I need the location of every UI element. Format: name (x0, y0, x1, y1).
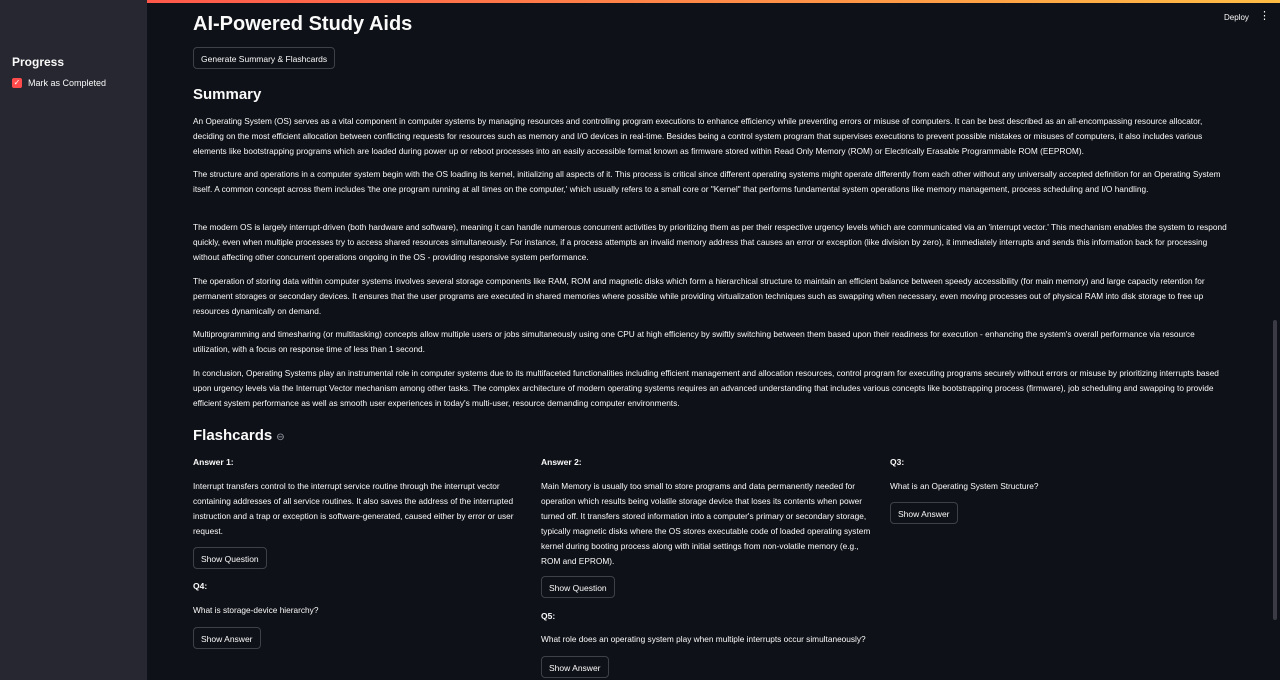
summary-paragraph: An Operating System (OS) serves as a vit… (193, 116, 1203, 156)
show-answer-button[interactable]: Show Answer (890, 502, 958, 524)
mark-completed-checkbox[interactable]: ✓ Mark as Completed (12, 78, 106, 88)
deploy-button[interactable]: Deploy (1224, 13, 1249, 22)
show-question-button[interactable]: Show Question (541, 576, 615, 598)
flashcard-label: Q5: (541, 611, 556, 621)
show-question-button[interactable]: Show Question (193, 547, 267, 569)
flashcard-label: Q4: (193, 581, 208, 591)
flashcard-label: Answer 1: (193, 457, 234, 467)
flashcard-text: What is storage-device hierarchy? (193, 605, 319, 615)
summary-paragraph: The operation of storing data within com… (193, 276, 1205, 316)
vertical-dots-icon[interactable]: ⋮ (1259, 11, 1270, 22)
summary-paragraph: In conclusion, Operating Systems play an… (193, 368, 1219, 408)
flashcard-text: Interrupt transfers control to the inter… (193, 481, 514, 536)
generate-button[interactable]: Generate Summary & Flashcards (193, 47, 336, 69)
flashcards-heading-text: Flashcards (193, 427, 273, 444)
flashcard-text: Main Memory is usually too small to stor… (541, 481, 871, 566)
sidebar: Progress ✓ Mark as Completed (0, 0, 147, 680)
flashcards-heading: Flashcards ⊖ (193, 427, 285, 444)
checkbox-label: Mark as Completed (28, 78, 107, 88)
scrollbar[interactable] (1273, 320, 1277, 620)
show-answer-button[interactable]: Show Answer (541, 656, 609, 678)
checkbox-checked-icon[interactable]: ✓ (12, 78, 22, 88)
summary-heading: Summary (193, 86, 262, 103)
flashcard-text: What role does an operating system play … (541, 634, 866, 644)
summary-paragraph: Multiprogramming and timesharing (or mul… (193, 329, 1195, 354)
flashcard-text: What is an Operating System Structure? (890, 481, 1039, 491)
sidebar-title: Progress (12, 55, 65, 69)
flashcard-label: Q3: (890, 457, 905, 467)
top-decoration-bar (0, 0, 1280, 3)
page-title: AI-Powered Study Aids (193, 13, 413, 35)
flashcard-label: Answer 2: (541, 457, 582, 467)
show-answer-button[interactable]: Show Answer (193, 627, 261, 649)
summary-paragraph: The modern OS is largely interrupt-drive… (193, 222, 1227, 262)
summary-paragraph: The structure and operations in a comput… (193, 169, 1221, 194)
link-icon[interactable]: ⊖ (276, 432, 284, 443)
